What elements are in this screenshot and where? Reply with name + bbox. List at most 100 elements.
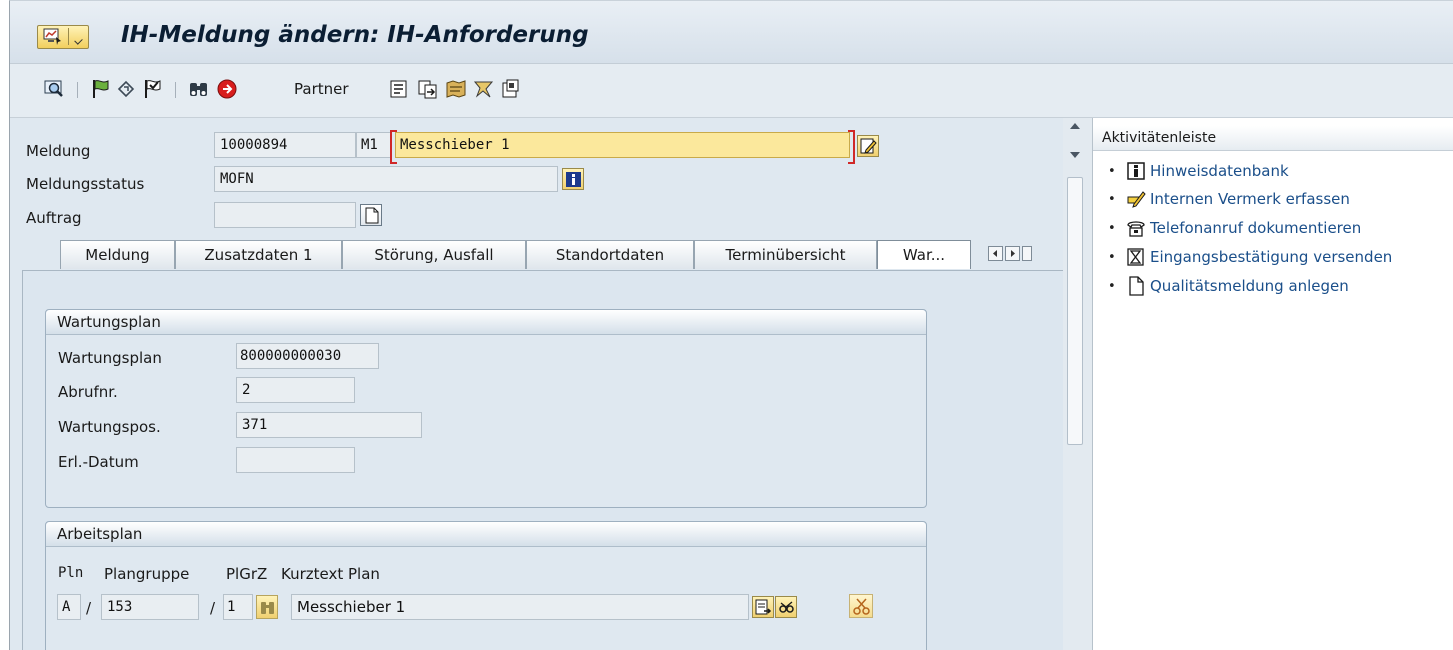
scroll-down-arrow-icon[interactable] xyxy=(1070,152,1080,158)
tab-terminuebersicht[interactable]: Terminübersicht xyxy=(694,240,877,269)
hourglass-doc-icon xyxy=(1127,248,1144,266)
flag-green-button[interactable] xyxy=(89,78,113,100)
status-info-button[interactable] xyxy=(562,168,584,190)
plangruppe-column-label: Plangruppe xyxy=(104,565,190,583)
arbeitsplan-group-title: Arbeitsplan xyxy=(57,525,143,543)
scroll-up-arrow-icon[interactable] xyxy=(1070,123,1080,129)
erl-datum-field[interactable] xyxy=(236,447,355,473)
arrows-cycle-icon xyxy=(117,80,135,98)
tools-button[interactable] xyxy=(472,78,496,100)
activity-item-label[interactable]: Hinweisdatenbank xyxy=(1150,161,1289,181)
tab-list-button[interactable] xyxy=(1022,246,1032,261)
blank-document-icon xyxy=(365,207,379,224)
flag-checkered-button[interactable] xyxy=(141,78,165,100)
magnify-window-icon xyxy=(44,80,63,97)
activity-item-label[interactable]: Eingangsbestätigung versenden xyxy=(1150,247,1392,267)
required-marker-right xyxy=(848,130,855,164)
system-menu-button[interactable] xyxy=(37,25,89,49)
document-stack-icon xyxy=(502,79,519,98)
copy-object-button[interactable] xyxy=(416,78,440,100)
wartungspos-label: Wartungspos. xyxy=(58,418,161,436)
tab-strip: Meldung Zusatzdaten 1 Störung, Ausfall S… xyxy=(10,240,1062,270)
application-toolbar: Partner xyxy=(10,64,1453,118)
sap-window: IH-Meldung ändern: IH-Anforderung Partne… xyxy=(9,0,1453,650)
map-scroll-icon xyxy=(446,80,466,98)
plan-delete-link-button[interactable] xyxy=(849,594,873,618)
activity-item-label[interactable]: Internen Vermerk erfassen xyxy=(1150,189,1350,209)
title-bar: IH-Meldung ändern: IH-Anforderung xyxy=(10,1,1453,64)
wartungspos-field[interactable]: 371 xyxy=(236,412,422,438)
meldung-short-text-field[interactable]: Messchieber 1 xyxy=(395,132,850,158)
binoculars-icon xyxy=(261,602,274,614)
activity-bar-panel: Aktivitätenleiste • Hinweisdatenbank • I… xyxy=(1092,118,1453,650)
plgrz-field[interactable]: 1 xyxy=(223,594,253,620)
meldung-number-field[interactable]: 10000894 xyxy=(214,132,356,158)
separator-slash-1: / xyxy=(86,599,92,617)
display-object-button[interactable] xyxy=(43,78,67,100)
map-button[interactable] xyxy=(444,78,468,100)
partner-icon xyxy=(217,79,237,99)
chevron-left-icon xyxy=(993,250,997,257)
wartungsplan-label: Wartungsplan xyxy=(58,349,162,367)
info-icon xyxy=(566,172,581,187)
meldung-label: Meldung xyxy=(26,142,91,160)
pencil-note-icon xyxy=(1127,191,1146,208)
tab-scroll-left-button[interactable] xyxy=(988,246,1003,261)
blank-document-icon xyxy=(1129,276,1144,296)
tab-wartungsplan[interactable]: War... xyxy=(877,240,971,269)
plan-link-button[interactable] xyxy=(775,596,797,618)
kurztext-plan-field[interactable]: Messchieber 1 xyxy=(291,594,749,620)
find-button[interactable] xyxy=(187,78,211,100)
plangruppe-field[interactable]: 153 xyxy=(101,594,199,620)
auftrag-field[interactable] xyxy=(214,202,356,228)
edit-long-text-button[interactable] xyxy=(857,135,879,157)
create-order-button[interactable] xyxy=(360,204,382,226)
scrollbar-thumb[interactable] xyxy=(1067,177,1083,445)
partner-label[interactable]: Partner xyxy=(294,80,349,98)
separator-slash-2: / xyxy=(210,599,216,617)
abrufnr-label: Abrufnr. xyxy=(58,383,118,401)
tab-standortdaten[interactable]: Standortdaten xyxy=(526,240,694,269)
pln-field[interactable]: A xyxy=(57,594,81,620)
tab-zusatzdaten-1[interactable]: Zusatzdaten 1 xyxy=(175,240,342,269)
scissors-icon xyxy=(853,598,870,615)
activity-item-label[interactable]: Telefonanruf dokumentieren xyxy=(1150,218,1361,238)
tools-icon xyxy=(473,81,494,98)
tab-meldung[interactable]: Meldung xyxy=(60,240,175,269)
tab-scroll-right-button[interactable] xyxy=(1005,246,1020,261)
glasses-link-icon xyxy=(779,601,794,613)
wartungsplan-field[interactable]: 800000000030 xyxy=(236,343,379,369)
monitor-menu-icon xyxy=(43,28,61,45)
notification-form: Meldung 10000894 M1 Messchieber 1 Meldun… xyxy=(10,118,1064,650)
partner-button[interactable] xyxy=(216,78,240,100)
form-vertical-scrollbar[interactable] xyxy=(1063,118,1087,650)
tab-stoerung-ausfall[interactable]: Störung, Ausfall xyxy=(342,240,526,269)
flag-green-icon xyxy=(93,80,109,98)
chevron-down-icon xyxy=(74,36,83,45)
wartungsplan-group-header: Wartungsplan xyxy=(46,310,926,335)
flag-check-icon xyxy=(145,80,161,98)
activity-item-label[interactable]: Qualitätsmeldung anlegen xyxy=(1150,276,1349,296)
arbeitsplan-group: Arbeitsplan Pln Plangruppe PlGrZ Kurztex… xyxy=(45,521,927,650)
documents-button[interactable] xyxy=(499,78,523,100)
meldungsstatus-label: Meldungsstatus xyxy=(26,175,145,193)
list-icon xyxy=(390,80,407,98)
binoculars-icon xyxy=(190,83,207,96)
plan-search-button[interactable] xyxy=(256,595,278,619)
abrufnr-field[interactable]: 2 xyxy=(236,377,355,403)
pencil-edit-icon xyxy=(860,138,877,154)
kurztext-plan-column-label: Kurztext Plan xyxy=(281,565,380,583)
meldungsstatus-field[interactable]: MOFN xyxy=(214,166,558,192)
activity-bar-header: Aktivitätenleiste xyxy=(1093,126,1453,151)
erl-datum-label: Erl.-Datum xyxy=(58,453,139,471)
wartungsplan-group: Wartungsplan Wartungsplan 800000000030 A… xyxy=(45,309,927,508)
telephone-icon xyxy=(1127,221,1145,237)
wartungsplan-group-title: Wartungsplan xyxy=(57,313,161,331)
plgrz-column-label: PlGrZ xyxy=(226,565,268,583)
reverse-flag-button[interactable] xyxy=(115,78,139,100)
auftrag-label: Auftrag xyxy=(26,209,82,227)
meldung-type-field[interactable]: M1 xyxy=(356,132,392,158)
list-button[interactable] xyxy=(387,78,411,100)
info-book-icon xyxy=(1127,162,1145,180)
plan-display-button[interactable] xyxy=(752,596,774,618)
